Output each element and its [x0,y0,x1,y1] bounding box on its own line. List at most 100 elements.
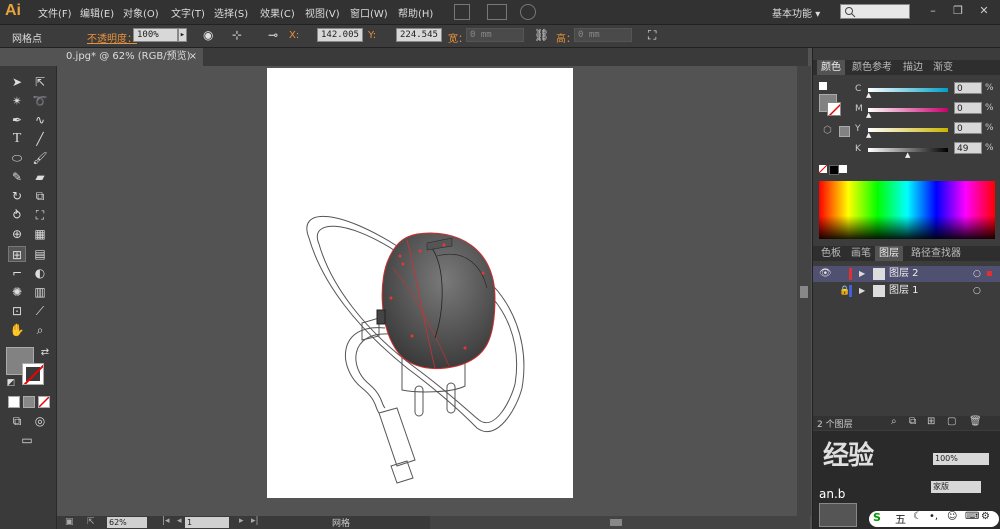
zoom-field[interactable]: 62% [107,517,147,528]
keyboard-icon[interactable]: ⌨ [965,511,979,522]
swap-fill-stroke-icon[interactable]: ⇄ [36,345,54,361]
warp-tool-icon[interactable]: ⥁ [8,207,26,223]
artboard-field[interactable]: 1 [185,517,229,528]
tab-stroke[interactable]: 描边 [899,60,927,75]
delete-layer-icon[interactable]: 🗑 [969,416,982,427]
column-graph-tool-icon[interactable]: ▥ [31,284,49,300]
horizontal-scroll-thumb[interactable] [610,519,622,526]
color-stroke-swatch[interactable] [827,102,841,116]
workspace-switcher[interactable]: 基本功能 ▾ [772,5,820,20]
mesh-tool-icon[interactable]: ⊞ [8,246,26,262]
tab-color-guide[interactable]: 颜色参考 [848,60,896,75]
layer-name[interactable]: 图层 1 [889,283,919,299]
tab-brushes[interactable]: 画笔 [847,246,875,261]
yellow-slider-thumb-icon[interactable]: ▲ [866,131,871,139]
ellipse-tool-icon[interactable]: ⬭ [8,150,26,166]
transparency-field[interactable]: 100% [933,453,989,465]
vertical-scroll-thumb[interactable] [800,286,808,298]
target-icon[interactable]: ○ [973,283,981,299]
ime-bar[interactable]: S 五 ☾ •, ☺ ⌨ ⚙ [869,511,999,527]
lasso-tool-icon[interactable]: ➰ [31,93,49,109]
symbol-sprayer-tool-icon[interactable]: ✺ [8,284,26,300]
none-swatch[interactable] [819,165,827,173]
white-swatch[interactable] [839,165,847,173]
search-input[interactable] [840,4,910,19]
sogou-icon[interactable]: S [873,511,881,524]
locate-object-icon[interactable]: ⌕ [891,416,897,427]
color-spectrum[interactable] [819,181,995,239]
draw-inside-icon[interactable]: ◎ [31,413,49,429]
cyan-slider-thumb-icon[interactable]: ▲ [866,91,871,99]
eraser-tool-icon[interactable]: ▰ [31,169,49,185]
yellow-field[interactable]: 0 [954,122,982,134]
out-of-gamut-swatch[interactable] [839,126,850,137]
export-icon[interactable]: ⇱ [87,517,95,527]
eye-icon[interactable]: 👁 [819,266,832,282]
charger-artwork[interactable] [267,68,573,498]
layer-row[interactable]: 🔒 ▶ 图层 1 ○ [813,283,1000,299]
screen-mode-icon[interactable]: ▭ [18,432,36,448]
next-artboard-icon[interactable]: ▸ [239,516,244,526]
bridge-icon[interactable] [454,4,470,20]
drawing-mode-icon[interactable]: ⧉ [8,413,26,429]
artboard[interactable] [267,68,573,498]
tab-layers[interactable]: 图层 [875,246,903,261]
smiley-icon[interactable]: ☺ [947,511,957,522]
free-transform-tool-icon[interactable]: ⛶ [31,207,49,223]
prev-artboard-icon[interactable]: ◂ [177,516,182,526]
clipping-mask-icon[interactable]: ⧉ [909,416,916,427]
type-tool-icon[interactable]: T [8,131,26,147]
transform-icon[interactable]: ⛶ [648,28,656,43]
width-field[interactable]: 0 mm [466,28,524,42]
close-button[interactable]: ✕ [976,4,992,18]
magenta-slider-thumb-icon[interactable]: ▲ [866,111,871,119]
direct-selection-tool-icon[interactable]: ⇱ [31,74,49,90]
menu-type[interactable]: 文字(T) [171,5,205,20]
opacity-field[interactable]: 100% [133,28,178,42]
close-tab-icon[interactable]: × [189,48,197,66]
zoom-tool-icon[interactable]: ⌕ [31,322,49,338]
color-mode-icon[interactable] [8,396,20,408]
none-mode-icon[interactable] [38,396,50,408]
menu-effect[interactable]: 效果(C) [260,5,295,20]
mask-button[interactable]: 家版 [931,481,981,493]
scale-tool-icon[interactable]: ⧉ [31,188,49,204]
pen-tool-icon[interactable]: ✒ [8,112,26,128]
menu-view[interactable]: 视图(V) [305,5,340,20]
gpu-performance-icon[interactable] [520,4,536,20]
opacity-label[interactable]: 不透明度： [87,30,137,45]
black-slider-thumb-icon[interactable]: ▲ [905,151,910,159]
punctuation-icon[interactable]: •, [929,511,938,522]
vertical-scrollbar[interactable] [797,66,811,516]
settings-icon[interactable]: ⚙ [981,511,990,522]
gradient-tool-icon[interactable]: ▤ [31,246,49,262]
link-icon[interactable]: ⛓ [534,28,549,42]
ime-mode-label[interactable]: 五 [895,511,906,527]
target-icon[interactable]: ○ [973,266,981,282]
last-artboard-icon[interactable]: ▸| [251,516,259,526]
new-layer-icon[interactable]: ▢ [947,416,956,427]
layer-row[interactable]: 👁 ▶ 图层 2 ○ [813,266,1000,282]
paintbrush-tool-icon[interactable]: 🖌 [31,150,49,166]
black-swatch[interactable] [829,165,839,175]
artboard-tool-icon[interactable]: ⊡ [8,303,26,319]
perspective-grid-tool-icon[interactable]: ▦ [31,226,49,242]
line-tool-icon[interactable]: ╱ [31,131,49,147]
opacity-arrow-icon[interactable]: ▸ [178,28,187,42]
align-icon[interactable]: ⊸ [268,28,278,42]
menu-file[interactable]: 文件(F) [38,5,72,20]
stroke-swatch[interactable] [22,363,44,385]
tab-color[interactable]: 颜色 [817,60,845,75]
black-field[interactable]: 49 [954,142,982,154]
y-field[interactable]: 224.545 [396,28,442,42]
magenta-slider[interactable] [868,108,948,112]
x-field[interactable]: 142.005 [317,28,363,42]
pencil-tool-icon[interactable]: ✎ [8,169,26,185]
cyan-slider[interactable] [868,88,948,92]
cyan-field[interactable]: 0 [954,82,982,94]
first-artboard-icon[interactable]: |◂ [162,516,170,526]
expand-arrow-icon[interactable]: ▶ [859,266,865,282]
rotate-tool-icon[interactable]: ↻ [8,188,26,204]
menu-edit[interactable]: 编辑(E) [80,5,114,20]
menu-object[interactable]: 对象(O) [123,5,159,20]
